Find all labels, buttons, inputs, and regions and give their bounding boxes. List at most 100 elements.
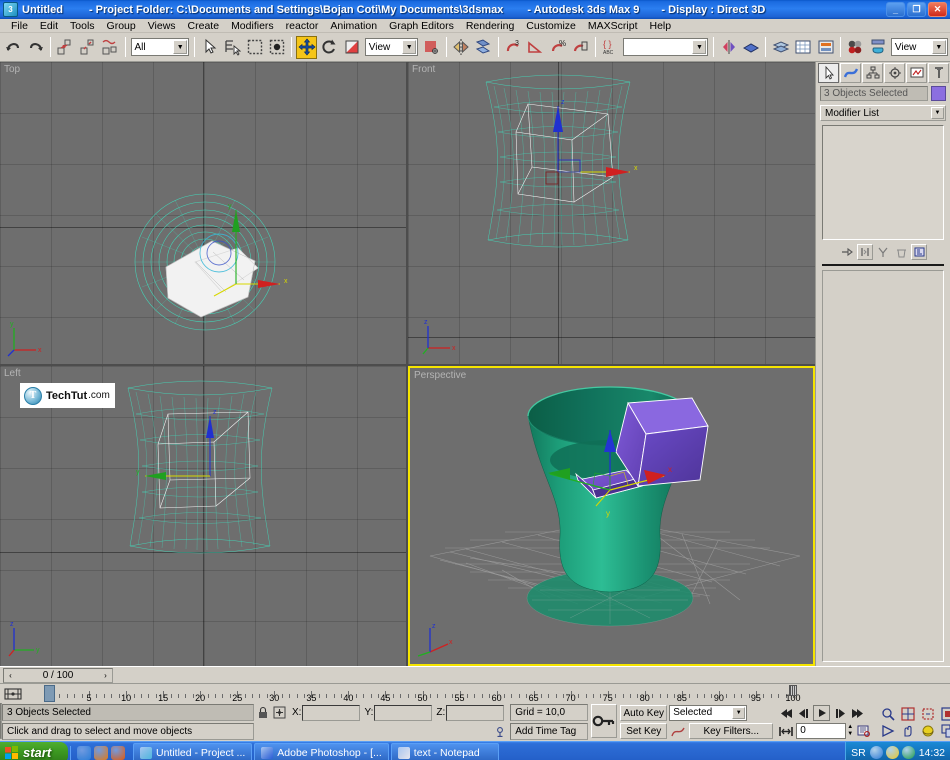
display-tab[interactable]	[906, 63, 927, 83]
viewport-left[interactable]: Left	[0, 366, 406, 666]
layer-manager-icon[interactable]	[770, 36, 791, 59]
undo-icon[interactable]	[3, 36, 24, 59]
time-slider-frame[interactable]: ‹ 0 / 100 ›	[3, 668, 113, 683]
select-and-uniform-scale-icon[interactable]	[341, 36, 362, 59]
modifier-stack[interactable]	[822, 125, 944, 240]
key-filter-combo[interactable]: Selected ▼	[669, 705, 747, 721]
y-coordinate-field[interactable]	[374, 705, 432, 721]
ql-media-icon[interactable]	[94, 746, 108, 760]
x-coordinate-field[interactable]	[302, 705, 360, 721]
rectangular-selection-region-icon[interactable]	[244, 36, 265, 59]
time-slider-handle[interactable]	[44, 685, 55, 702]
range-end-marker[interactable]	[789, 685, 797, 696]
percent-snap-toggle-icon[interactable]: %	[548, 36, 569, 59]
previous-frame-arrow[interactable]: ‹	[4, 669, 17, 682]
select-and-rotate-icon[interactable]	[319, 36, 340, 59]
use-pivot-point-center-icon[interactable]	[421, 36, 442, 59]
select-by-name-icon[interactable]	[222, 36, 243, 59]
named-selection-sets-icon[interactable]: { }ABC	[600, 36, 621, 59]
auto-key-button[interactable]: Auto Key	[620, 705, 667, 721]
viewport-top[interactable]: Top	[0, 62, 406, 364]
viewport-front[interactable]: Front	[408, 62, 815, 364]
mirror-selected-objects-icon[interactable]	[718, 36, 739, 59]
tray-clock[interactable]: 14:32	[919, 747, 945, 759]
ql-firefox-icon[interactable]	[111, 746, 125, 760]
menu-item-customize[interactable]: Customize	[520, 20, 582, 32]
zoom-button[interactable]	[878, 705, 898, 722]
modifier-list-combo[interactable]: Modifier List ▼	[820, 105, 946, 121]
z-coordinate-field[interactable]	[446, 705, 504, 721]
window-crossing-icon[interactable]	[267, 36, 288, 59]
pan-view-button[interactable]	[898, 722, 918, 739]
modify-tab[interactable]	[840, 63, 861, 83]
select-and-link-icon[interactable]	[55, 36, 76, 59]
viewport-label-top[interactable]: Top	[4, 64, 20, 75]
go-to-end-button[interactable]	[849, 705, 866, 721]
viewport-label-perspective[interactable]: Perspective	[414, 370, 466, 381]
next-frame-arrow[interactable]: ›	[99, 669, 112, 682]
key-mode-toggle-button[interactable]	[591, 704, 617, 738]
redo-icon[interactable]	[26, 36, 47, 59]
object-color-swatch[interactable]	[931, 86, 946, 101]
taskbar-item-photoshop[interactable]: Adobe Photoshop - [...	[254, 743, 389, 760]
taskbar-item-notepad[interactable]: text - Notepad	[391, 743, 499, 760]
field-of-view-button[interactable]	[878, 722, 898, 739]
hierarchy-tab[interactable]	[862, 63, 883, 83]
menu-item-group[interactable]: Group	[101, 20, 142, 32]
add-time-tag[interactable]: Add Time Tag	[510, 723, 588, 740]
menu-item-views[interactable]: Views	[142, 20, 182, 32]
chevron-down-icon[interactable]: ▼	[732, 707, 745, 719]
make-unique-icon[interactable]	[875, 244, 891, 260]
utilities-tab[interactable]	[928, 63, 949, 83]
mirror-icon[interactable]	[451, 36, 472, 59]
chevron-down-icon[interactable]: ▼	[692, 40, 706, 54]
menu-item-reactor[interactable]: reactor	[280, 20, 325, 32]
align-icon[interactable]	[473, 36, 494, 59]
restore-button[interactable]: ❐	[907, 2, 926, 17]
menu-item-tools[interactable]: Tools	[64, 20, 101, 32]
unlink-selection-icon[interactable]	[78, 36, 99, 59]
ql-ie-icon[interactable]	[77, 746, 91, 760]
previous-frame-button[interactable]	[795, 705, 812, 721]
select-object-icon[interactable]	[199, 36, 220, 59]
menu-item-maxscript[interactable]: MAXScript	[582, 20, 644, 32]
schematic-view-icon[interactable]	[815, 36, 836, 59]
spinner-snap-toggle-icon[interactable]	[570, 36, 591, 59]
menu-item-animation[interactable]: Animation	[324, 20, 383, 32]
chevron-down-icon[interactable]: ▼	[173, 40, 187, 54]
frame-spinner[interactable]: ▲▼	[847, 724, 853, 738]
go-to-start-button[interactable]	[777, 705, 794, 721]
mini-curve-editor-icon[interactable]	[0, 685, 26, 703]
align-selection-icon[interactable]	[741, 36, 762, 59]
tray-volume-icon[interactable]	[870, 746, 883, 759]
selection-filter-combo[interactable]: All ▼	[131, 38, 190, 56]
menu-item-edit[interactable]: Edit	[34, 20, 64, 32]
frame-ruler[interactable]: 5101520253035404550556065707580859095100	[26, 684, 950, 703]
tray-language-indicator[interactable]: SR	[851, 747, 866, 759]
menu-item-graph-editors[interactable]: Graph Editors	[383, 20, 460, 32]
bind-to-space-warp-icon[interactable]	[100, 36, 121, 59]
key-mode-toggle-icon[interactable]	[777, 723, 794, 739]
viewport-label-front[interactable]: Front	[412, 64, 435, 75]
curve-editor-icon[interactable]	[793, 36, 814, 59]
time-configuration-icon[interactable]	[855, 723, 872, 739]
render-scene-dialog-icon[interactable]	[867, 36, 888, 59]
menu-item-modifiers[interactable]: Modifiers	[225, 20, 280, 32]
minimize-button[interactable]: _	[886, 2, 905, 17]
angle-snap-toggle-icon[interactable]	[525, 36, 546, 59]
create-tab[interactable]	[818, 63, 839, 83]
menu-item-create[interactable]: Create	[182, 20, 226, 32]
snaps-toggle-icon[interactable]: 3	[503, 36, 524, 59]
current-frame-field[interactable]: 0	[796, 723, 846, 739]
tray-shield-icon[interactable]	[902, 746, 915, 759]
chevron-down-icon[interactable]: ▼	[932, 40, 946, 54]
arc-rotate-button[interactable]	[918, 722, 938, 739]
menu-item-file[interactable]: File	[5, 20, 34, 32]
maximize-viewport-toggle-button[interactable]	[938, 722, 950, 739]
lock-selection-icon[interactable]	[254, 704, 271, 721]
viewport-label-left[interactable]: Left	[4, 368, 21, 379]
close-button[interactable]: ✕	[928, 2, 947, 17]
trash-icon[interactable]	[893, 244, 909, 260]
reference-coordinate-system-combo[interactable]: View ▼	[365, 38, 418, 56]
set-key-curve-icon[interactable]	[669, 723, 687, 739]
